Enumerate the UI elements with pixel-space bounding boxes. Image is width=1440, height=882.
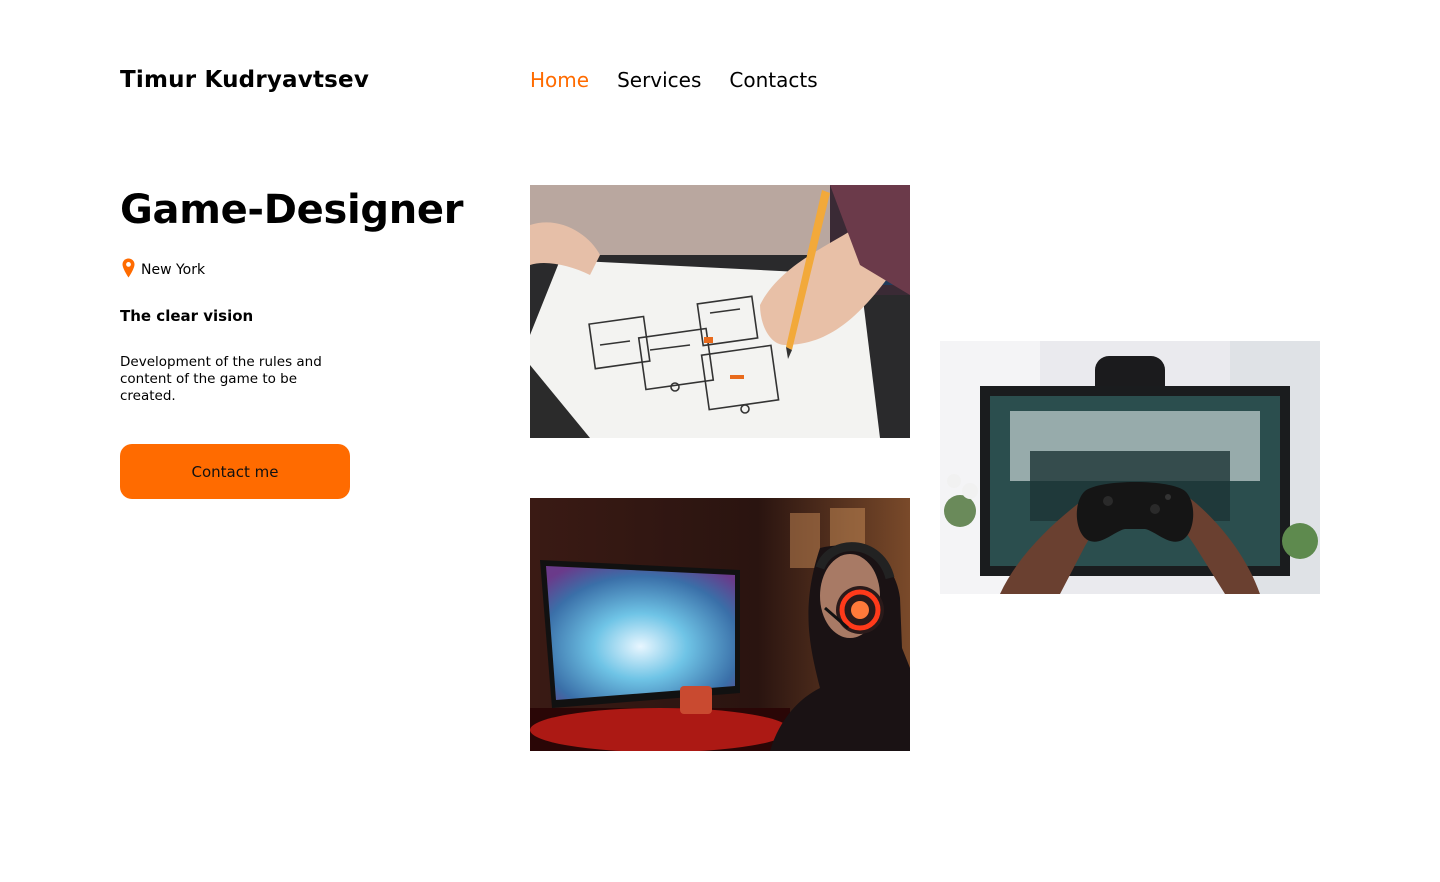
- gamer-with-headset-photo: [530, 498, 910, 751]
- site-logo[interactable]: Timur Kudryavtsev: [120, 64, 369, 96]
- hero-title: Game-Designer: [120, 187, 464, 233]
- hero-description: Development of the rules and content of …: [120, 354, 322, 404]
- page: Timur Kudryavtsev Home Services Contacts…: [0, 0, 1440, 882]
- nav-services-link[interactable]: Services: [617, 64, 701, 96]
- hero-subtitle: The clear vision: [120, 307, 254, 325]
- main-nav: Home Services Contacts: [530, 64, 818, 96]
- sketching-wireframes-photo: [530, 185, 910, 438]
- location: New York: [122, 258, 205, 282]
- location-text: New York: [141, 262, 206, 278]
- gamepad-in-front-of-tv-photo: [940, 341, 1320, 594]
- nav-contacts-link[interactable]: Contacts: [729, 64, 817, 96]
- contact-me-button[interactable]: Contact me: [120, 444, 350, 499]
- nav-home-link[interactable]: Home: [530, 64, 589, 96]
- map-pin-icon: [122, 258, 135, 282]
